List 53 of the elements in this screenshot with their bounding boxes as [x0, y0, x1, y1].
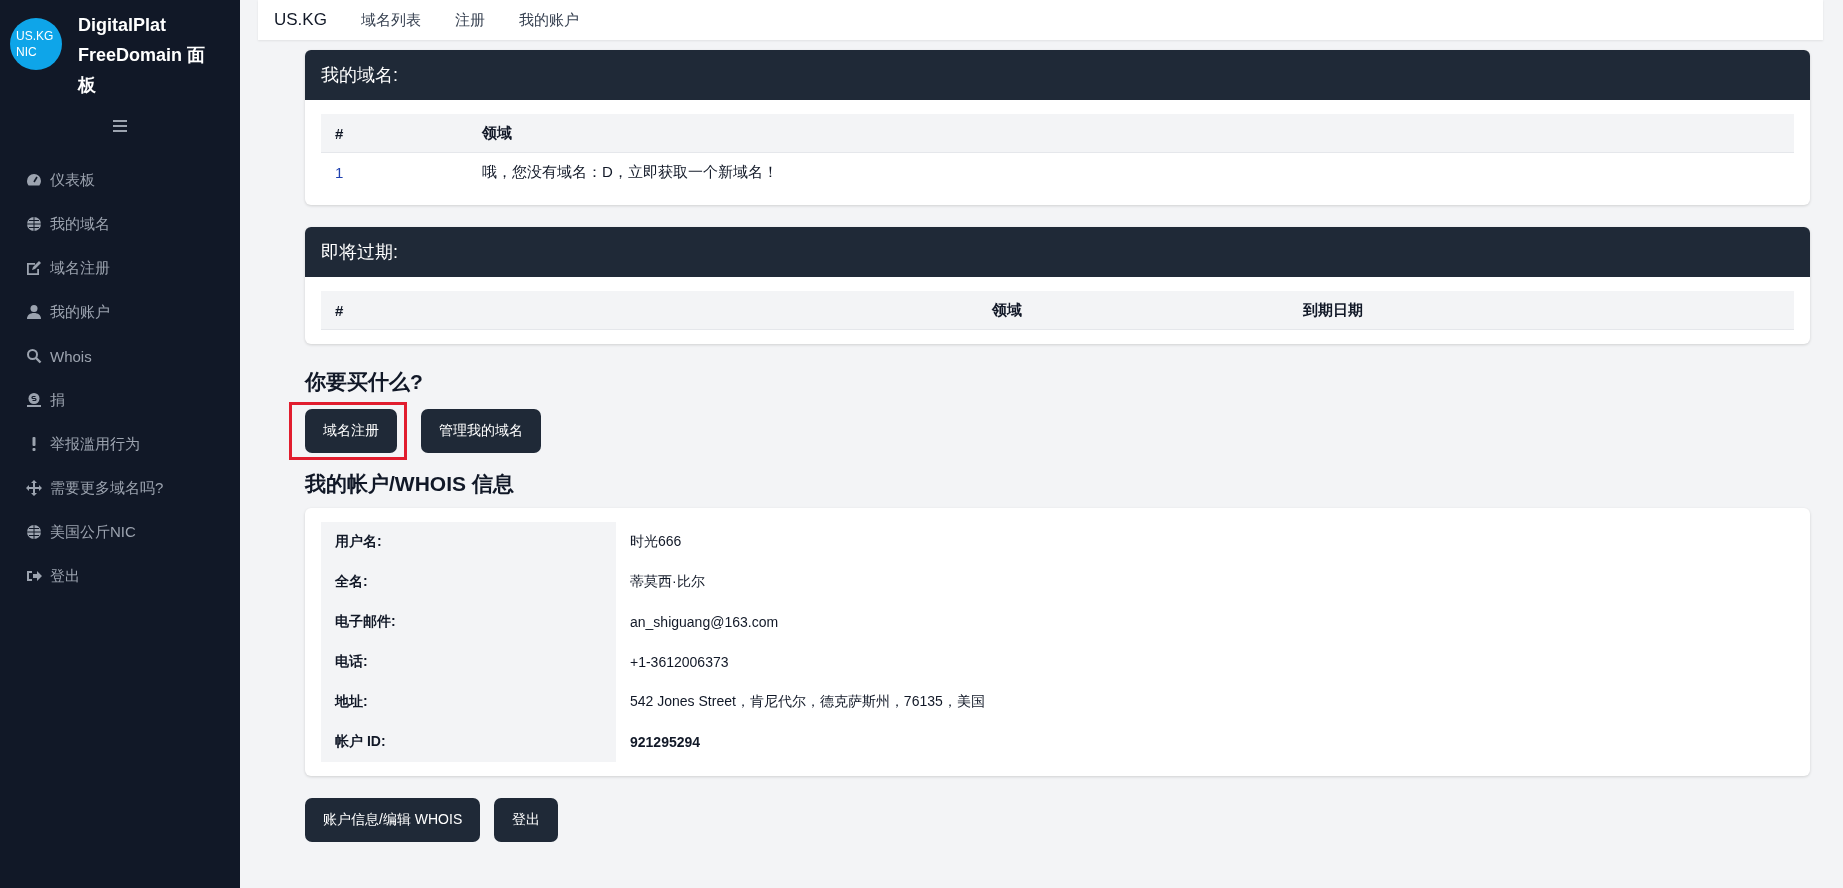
logo-badge: US.KG NIC [10, 18, 62, 70]
nav-link[interactable]: US.KG [274, 10, 327, 30]
search-icon [26, 348, 42, 364]
sidebar-item[interactable]: 需要更多域名吗? [0, 466, 240, 510]
field-label: 帐户 ID: [321, 722, 616, 762]
sidebar-item[interactable]: 举报滥用行为 [0, 422, 240, 466]
sidebar-item[interactable]: 域名注册 [0, 246, 240, 290]
section-heading: 你要买什么? [305, 369, 424, 395]
column-header: 领域 [990, 300, 1023, 320]
sidebar-item[interactable]: 我的域名 [0, 202, 240, 246]
sidebar-item[interactable]: 美国公斤NIC [0, 510, 240, 554]
user-icon [26, 304, 42, 320]
move-arrows-icon [26, 480, 42, 496]
action-button[interactable]: 账户信息/编辑 WHOIS [305, 798, 481, 842]
column-header: 领域 [480, 123, 513, 143]
section-heading: 我的帐户/WHOIS 信息 [305, 471, 515, 497]
nav-link[interactable]: 域名列表 [360, 10, 421, 30]
column-header: # [334, 301, 345, 319]
field-value: +1-3612006373 [629, 653, 730, 672]
action-button[interactable]: 管理我的域名 [421, 409, 541, 453]
field-label: 地址: [321, 682, 616, 722]
sidebar-item[interactable]: 登出 [0, 554, 240, 598]
action-button[interactable]: 域名注册 [305, 409, 397, 453]
action-button[interactable]: 登出 [494, 798, 559, 842]
table-cell-text: 1 [334, 163, 345, 181]
card-title: 即将过期: [321, 241, 398, 264]
money-icon [26, 392, 42, 408]
globe-icon [26, 524, 42, 540]
field-label: 用户名: [321, 522, 616, 562]
column-header: 到期日期 [1303, 300, 1364, 320]
field-value: 时光666 [629, 532, 683, 551]
nav-link[interactable]: 我的账户 [518, 10, 579, 30]
globe-icon [26, 216, 42, 232]
field-label: 电子邮件: [321, 602, 616, 642]
sidebar-item[interactable]: Whois [0, 334, 240, 378]
sidebar-item[interactable]: 仪表板 [0, 158, 240, 202]
field-label: 全名: [321, 562, 616, 602]
menu-icon[interactable] [113, 120, 127, 132]
field-value: 蒂莫西·比尔 [629, 572, 706, 591]
sidebar-item[interactable]: 我的账户 [0, 290, 240, 334]
table-cell-text: 哦，您没有域名：D，立即获取一个新域名！ [481, 162, 779, 182]
field-value: an_shiguang@163.com [629, 613, 780, 632]
column-header: # [334, 124, 345, 142]
app-title: DigitalPlat FreeDomain 面板 [78, 14, 207, 97]
card-title: 我的域名: [321, 64, 398, 87]
field-value: 921295294 [629, 733, 702, 752]
nav-link[interactable]: 注册 [454, 10, 485, 30]
field-value: 542 Jones Street，肯尼代尔，德克萨斯州，76135，美国 [629, 692, 986, 711]
edit-icon [26, 260, 42, 276]
sidebar-item[interactable]: 捐 [0, 378, 240, 422]
logout-icon [26, 568, 42, 584]
field-label: 电话: [321, 642, 616, 682]
gauge-icon [26, 172, 42, 188]
